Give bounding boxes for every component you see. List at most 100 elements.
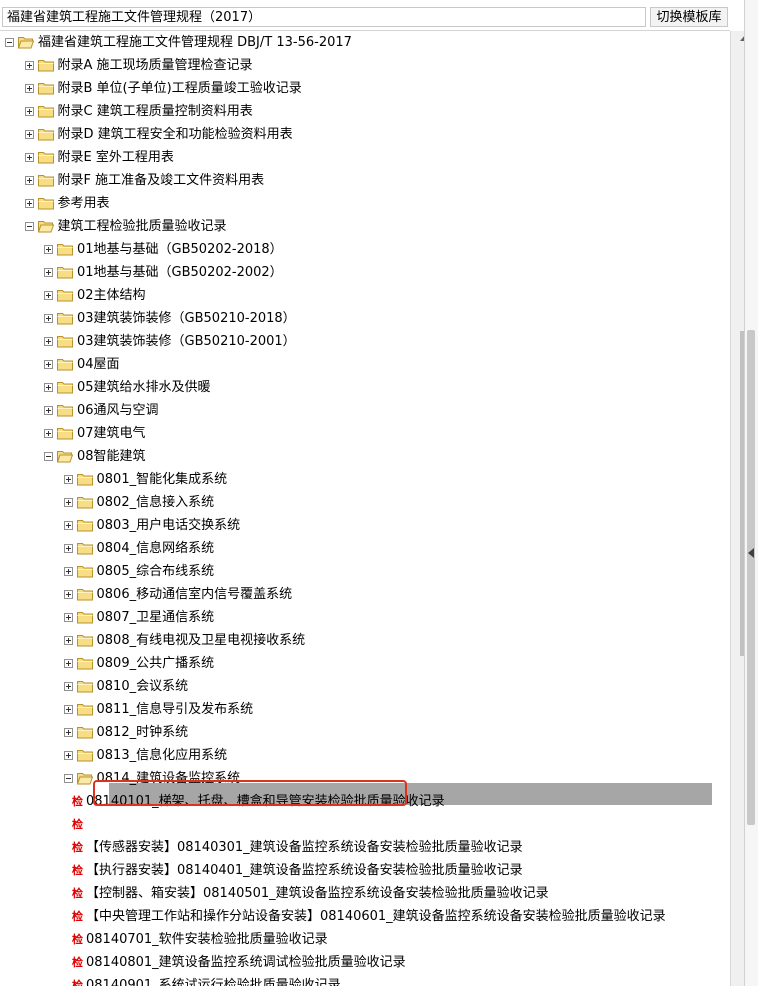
tree-folder-item[interactable]: 0809_公共广播系统 bbox=[0, 654, 730, 676]
tree-folder-item[interactable]: 0812_时钟系统 bbox=[0, 723, 730, 745]
tree-leaf-item[interactable]: 检 08140801_建筑设备监控系统调试检验批质量验收记录 bbox=[0, 953, 730, 975]
tree-item-label: 附录E 室外工程用表 bbox=[57, 150, 174, 165]
expand-plus-icon[interactable] bbox=[63, 544, 73, 553]
tree-folder-item[interactable]: 0804_信息网络系统 bbox=[0, 539, 730, 561]
expand-plus-icon[interactable] bbox=[63, 636, 73, 645]
tree-folder-item[interactable]: 03建筑装饰装修（GB50210-2001） bbox=[0, 332, 730, 354]
folder-icon bbox=[57, 427, 73, 440]
tree-folder-item[interactable]: 附录D 建筑工程安全和功能检验资料用表 bbox=[0, 125, 730, 147]
tree-folder-item[interactable]: 0813_信息化应用系统 bbox=[0, 746, 730, 768]
expand-plus-icon[interactable] bbox=[24, 130, 34, 139]
tree-folder-item[interactable]: 0808_有线电视及卫星电视接收系统 bbox=[0, 631, 730, 653]
expand-plus-icon[interactable] bbox=[63, 728, 73, 737]
tree-folder-item[interactable]: 01地基与基础（GB50202-2018） bbox=[0, 240, 730, 262]
tree-folder-item[interactable]: 05建筑给水排水及供暖 bbox=[0, 378, 730, 400]
tree-folder-item[interactable]: 附录F 施工准备及竣工文件资料用表 bbox=[0, 171, 730, 193]
tree-folder-item[interactable]: 04屋面 bbox=[0, 355, 730, 377]
tree-item-label: 03建筑装饰装修（GB50210-2001） bbox=[77, 334, 296, 349]
collapse-minus-icon[interactable] bbox=[24, 222, 34, 231]
folder-icon bbox=[57, 404, 73, 417]
tree-item-label: 08智能建筑 bbox=[77, 449, 146, 464]
tree-folder-item[interactable]: 0805_综合布线系统 bbox=[0, 562, 730, 584]
expand-plus-icon[interactable] bbox=[63, 475, 73, 484]
tree-leaf-item[interactable]: 检 08140701_软件安装检验批质量验收记录 bbox=[0, 930, 730, 952]
folder-icon bbox=[76, 542, 93, 555]
title-bar: 福建省建筑工程施工文件管理规程（2017） 切换模板库 bbox=[0, 0, 730, 31]
expand-plus-icon[interactable] bbox=[44, 360, 53, 369]
collapse-arrow-icon[interactable] bbox=[748, 548, 754, 558]
tree-folder-item[interactable]: 参考用表 bbox=[0, 194, 730, 216]
tree-folder-item[interactable]: 附录A 施工现场质量管理检查记录 bbox=[0, 56, 730, 78]
expand-plus-icon[interactable] bbox=[24, 107, 34, 116]
tree-folder-item[interactable]: 附录C 建筑工程质量控制资料用表 bbox=[0, 102, 730, 124]
folder-icon bbox=[76, 473, 93, 486]
folder-icon bbox=[76, 634, 93, 647]
tree-folder-item[interactable]: 01地基与基础（GB50202-2002） bbox=[0, 263, 730, 285]
expand-plus-icon[interactable] bbox=[24, 153, 34, 162]
expand-plus-icon[interactable] bbox=[63, 567, 73, 576]
tree-folder-item[interactable]: 建筑工程检验批质量验收记录 bbox=[0, 217, 730, 239]
side-panel-splitter[interactable] bbox=[744, 0, 758, 986]
expand-plus-icon[interactable] bbox=[44, 383, 53, 392]
tree-folder-item[interactable]: 福建省建筑工程施工文件管理规程 DBJ/T 13-56-2017 bbox=[0, 33, 730, 55]
tree-folder-item[interactable]: 08智能建筑 bbox=[0, 447, 730, 469]
tree-folder-item[interactable]: 03建筑装饰装修（GB50210-2018） bbox=[0, 309, 730, 331]
expand-plus-icon[interactable] bbox=[44, 314, 53, 323]
tree-folder-item[interactable]: 0810_会议系统 bbox=[0, 677, 730, 699]
expand-plus-icon[interactable] bbox=[24, 199, 34, 208]
expand-plus-icon[interactable] bbox=[44, 406, 53, 415]
expand-plus-icon[interactable] bbox=[63, 659, 73, 668]
tree-folder-item[interactable]: 0803_用户电话交换系统 bbox=[0, 516, 730, 538]
expand-plus-icon[interactable] bbox=[63, 590, 73, 599]
expand-plus-icon[interactable] bbox=[44, 337, 53, 346]
tree-folder-item[interactable]: 0811_信息导引及发布系统 bbox=[0, 700, 730, 722]
inspection-record-icon: 检 bbox=[72, 933, 83, 946]
tree-folder-item[interactable]: 0801_智能化集成系统 bbox=[0, 470, 730, 492]
tree-leaf-item[interactable]: 检【传感器安装】08140301_建筑设备监控系统设备安装检验批质量验收记录 bbox=[0, 838, 730, 860]
expand-plus-icon[interactable] bbox=[24, 84, 34, 93]
side-scroll-thumb[interactable] bbox=[747, 330, 755, 825]
tree-leaf-item[interactable]: 检【执行器安装】08140401_建筑设备监控系统设备安装检验批质量验收记录 bbox=[0, 861, 730, 883]
folder-icon bbox=[37, 151, 54, 164]
tree-leaf-item[interactable]: 检 08140901_系统试运行检验批质量验收记录 bbox=[0, 976, 730, 986]
tree-folder-item[interactable]: 07建筑电气 bbox=[0, 424, 730, 446]
tree-folder-item[interactable]: 附录E 室外工程用表 bbox=[0, 148, 730, 170]
tree-item-label: 03建筑装饰装修（GB50210-2018） bbox=[77, 311, 296, 326]
collapse-minus-icon[interactable] bbox=[63, 774, 73, 783]
expand-plus-icon[interactable] bbox=[24, 61, 34, 70]
expand-plus-icon[interactable] bbox=[44, 245, 53, 254]
tree-leaf-item[interactable]: 检 08140201_线缆敷设检验批质量验收记录 bbox=[0, 815, 730, 837]
inspection-record-icon: 检 bbox=[72, 818, 83, 831]
tree-leaf-item[interactable]: 检【控制器、箱安装】08140501_建筑设备监控系统设备安装检验批质量验收记录 bbox=[0, 884, 730, 906]
tree-item-label: 附录A 施工现场质量管理检查记录 bbox=[57, 58, 253, 73]
tree-folder-item[interactable]: 0807_卫星通信系统 bbox=[0, 608, 730, 630]
tree-item-label: 0805_综合布线系统 bbox=[96, 564, 215, 579]
tree-leaf-item[interactable]: 检【中央管理工作站和操作分站设备安装】08140601_建筑设备监控系统设备安装… bbox=[0, 907, 730, 929]
tree-folder-item[interactable]: 06通风与空调 bbox=[0, 401, 730, 423]
expand-plus-icon[interactable] bbox=[24, 176, 34, 185]
switch-template-library-button[interactable]: 切换模板库 bbox=[650, 7, 728, 27]
expand-plus-icon[interactable] bbox=[44, 429, 53, 438]
expand-plus-icon[interactable] bbox=[63, 751, 73, 760]
expand-plus-icon[interactable] bbox=[63, 613, 73, 622]
template-title-field[interactable]: 福建省建筑工程施工文件管理规程（2017） bbox=[2, 7, 646, 27]
folder-open-icon bbox=[37, 220, 54, 233]
tree-item-label: 0802_信息接入系统 bbox=[96, 495, 215, 510]
collapse-minus-icon[interactable] bbox=[44, 452, 53, 461]
expand-plus-icon[interactable] bbox=[63, 498, 73, 507]
tree-folder-item[interactable]: 02主体结构 bbox=[0, 286, 730, 308]
expand-plus-icon[interactable] bbox=[63, 682, 73, 691]
collapse-minus-icon[interactable] bbox=[5, 38, 14, 47]
expand-plus-icon[interactable] bbox=[63, 705, 73, 714]
folder-open-icon bbox=[56, 450, 74, 463]
inspection-record-icon: 检 bbox=[72, 956, 83, 969]
expand-plus-icon[interactable] bbox=[44, 291, 53, 300]
tree-folder-item[interactable]: 附录B 单位(子单位)工程质量竣工验收记录 bbox=[0, 79, 730, 101]
folder-icon bbox=[76, 565, 93, 578]
expand-plus-icon[interactable] bbox=[63, 521, 73, 530]
tree-item-label: 06通风与空调 bbox=[77, 403, 159, 418]
tree-folder-item[interactable]: 0802_信息接入系统 bbox=[0, 493, 730, 515]
expand-plus-icon[interactable] bbox=[44, 268, 53, 277]
tree-folder-item[interactable]: 0806_移动通信室内信号覆盖系统 bbox=[0, 585, 730, 607]
tree-item-label: 0809_公共广播系统 bbox=[96, 656, 215, 671]
